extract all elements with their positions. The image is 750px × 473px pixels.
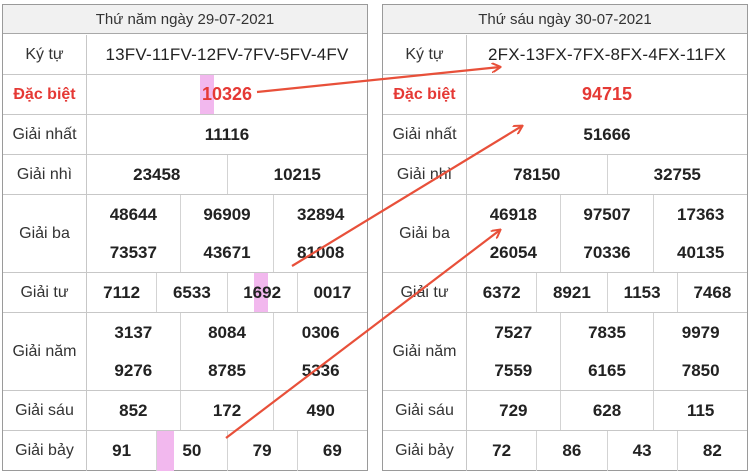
row-giai-ba: Giải ba 48644 96909 32894 73537 43671 81… xyxy=(3,195,367,273)
prize-value: 115 xyxy=(686,400,715,420)
row-label: Giải bảy xyxy=(383,431,467,471)
row-giai-ba: Giải ba 46918 97507 17363 26054 70336 40… xyxy=(383,195,747,273)
row-label: Giải ba xyxy=(383,195,467,272)
row-label: Giải tư xyxy=(3,273,87,312)
ky-tu-value: 2FX-13FX-7FX-8FX-4FX-11FX xyxy=(487,44,727,64)
prize-value: 82 xyxy=(702,441,722,460)
prize-value: 78150 xyxy=(467,155,608,194)
special-prize-value: 94715 xyxy=(581,84,633,104)
prize-value: 7559 xyxy=(467,352,561,390)
prize-value: 0017 xyxy=(313,282,352,302)
prize-value: 86 xyxy=(537,431,608,471)
ky-tu-value: 13FV-11FV-12FV-7FV-5FV-4FV xyxy=(105,44,349,64)
row-giai-nam: Giải năm 7527 7835 9979 7559 6165 7850 xyxy=(383,313,747,391)
row-giai-tu: Giải tư 6372 8921 1153 7468 xyxy=(383,273,747,313)
prize-value: 23458 xyxy=(87,155,228,194)
prize-value: 9276 xyxy=(87,352,181,390)
prize-value: 46918 xyxy=(467,195,561,234)
row-label: Đặc biệt xyxy=(383,75,467,114)
prize-value: 43 xyxy=(608,431,678,471)
row-giai-tu: Giải tư 7112 6533 1692 0017 xyxy=(3,273,367,313)
prize-value: 8921 xyxy=(537,273,608,312)
table-date-header: Thứ năm ngày 29-07-2021 xyxy=(3,5,367,34)
prize-value: 72 xyxy=(467,431,538,471)
prize-value: 79 xyxy=(228,431,298,471)
row-label: Giải sáu xyxy=(3,391,87,430)
prize-value: 628 xyxy=(561,391,655,430)
row-label: Giải năm xyxy=(383,313,467,390)
prize-value: 8084 xyxy=(181,313,275,352)
prize-value: 1692 xyxy=(228,273,298,312)
row-label: Ký tự xyxy=(383,35,467,74)
prize-value: 69 xyxy=(322,441,342,460)
row-label: Giải nhất xyxy=(383,115,467,154)
prize-value: 852 xyxy=(87,391,181,430)
prize-value: 6372 xyxy=(467,273,538,312)
prize-value: 7835 xyxy=(561,313,655,352)
prize-value: 97507 xyxy=(561,195,655,234)
row-label: Giải năm xyxy=(3,313,87,390)
row-dac-biet: Đặc biệt 94715 xyxy=(383,75,747,115)
prize-value: 5336 xyxy=(301,361,340,380)
row-giai-nhi: Giải nhì 78150 32755 xyxy=(383,155,747,195)
prize-value: 17363 xyxy=(677,204,725,224)
prize-value: 7527 xyxy=(467,313,561,352)
prize-value: 32894 xyxy=(297,204,345,224)
row-label: Giải ba xyxy=(3,195,87,272)
results-table-friday: Thứ sáu ngày 30-07-2021 Ký tự 2FX-13FX-7… xyxy=(382,4,748,471)
prize-value: 6533 xyxy=(157,273,228,312)
digit-highlight xyxy=(157,431,175,471)
row-label: Giải nhì xyxy=(383,155,467,194)
row-giai-nhi: Giải nhì 23458 10215 xyxy=(3,155,367,195)
prize-value: 81008 xyxy=(297,243,345,262)
prize-value: 70336 xyxy=(561,234,655,272)
prize-value: 73537 xyxy=(87,234,181,272)
row-label: Giải bảy xyxy=(3,431,87,471)
prize-value: 32755 xyxy=(653,164,701,184)
prize-value: 6165 xyxy=(561,352,655,390)
prize-value: 490 xyxy=(306,400,335,420)
prize-value: 9979 xyxy=(681,322,720,342)
row-label: Giải sáu xyxy=(383,391,467,430)
row-label: Giải nhì xyxy=(3,155,87,194)
prize-value: 7468 xyxy=(693,282,732,302)
table-date-header: Thứ sáu ngày 30-07-2021 xyxy=(383,5,747,34)
prize-value: 8785 xyxy=(181,352,275,390)
row-dac-biet: Đặc biệt 10326 xyxy=(3,75,367,115)
row-giai-bay: Giải bảy 72 86 43 82 xyxy=(383,431,747,471)
row-ky-tu: Ký tự 2FX-13FX-7FX-8FX-4FX-11FX xyxy=(383,35,747,75)
prize-value: 43671 xyxy=(181,234,275,272)
row-giai-bay: Giải bảy 91 50 79 69 xyxy=(3,431,367,471)
row-label: Đặc biệt xyxy=(3,75,87,114)
results-table-thursday: Thứ năm ngày 29-07-2021 Ký tự 13FV-11FV-… xyxy=(2,4,368,471)
special-prize-value: 10326 xyxy=(87,75,367,114)
row-ky-tu: Ký tự 13FV-11FV-12FV-7FV-5FV-4FV xyxy=(3,35,367,75)
prize-value: 26054 xyxy=(467,234,561,272)
row-label: Giải nhất xyxy=(3,115,87,154)
prize-value: 1153 xyxy=(608,273,678,312)
prize-value: 51666 xyxy=(583,124,631,144)
prize-value: 48644 xyxy=(87,195,181,234)
prize-value: 729 xyxy=(467,391,561,430)
prize-value: 0306 xyxy=(301,322,340,342)
prize-value: 91 xyxy=(87,431,158,471)
prize-value: 172 xyxy=(181,391,275,430)
row-label: Ký tự xyxy=(3,35,87,74)
prize-value: 50 xyxy=(157,431,228,471)
prize-value: 10215 xyxy=(273,164,321,184)
row-giai-nhat: Giải nhất 51666 xyxy=(383,115,747,155)
prize-value: 7850 xyxy=(681,361,720,380)
row-label: Giải tư xyxy=(383,273,467,312)
prize-value: 3137 xyxy=(87,313,181,352)
row-giai-sau: Giải sáu 852 172 490 xyxy=(3,391,367,431)
prize-value: 11116 xyxy=(204,124,250,144)
row-giai-sau: Giải sáu 729 628 115 xyxy=(383,391,747,431)
prize-value: 96909 xyxy=(181,195,275,234)
prize-value: 40135 xyxy=(677,243,725,262)
row-giai-nam: Giải năm 3137 8084 0306 9276 8785 5336 xyxy=(3,313,367,391)
prize-value: 7112 xyxy=(87,273,158,312)
row-giai-nhat: Giải nhất 11116 xyxy=(3,115,367,155)
